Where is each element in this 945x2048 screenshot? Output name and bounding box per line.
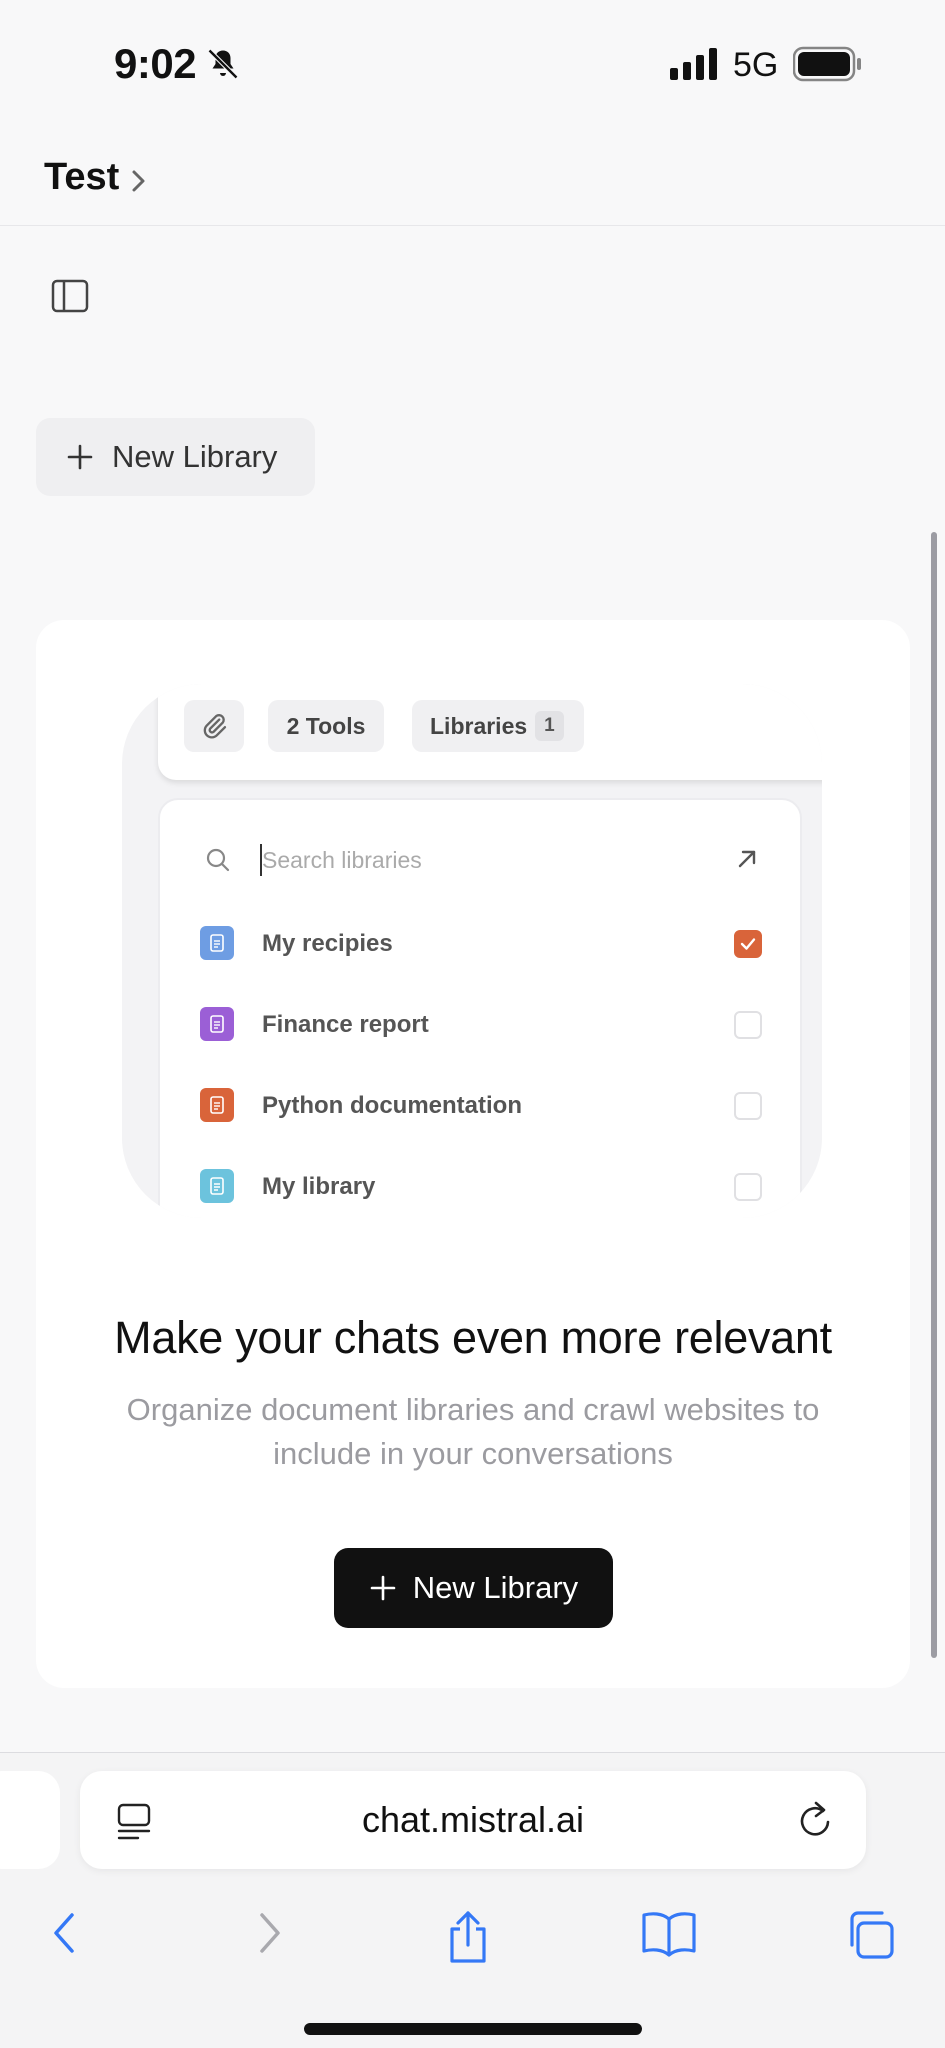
arrow-up-right-icon xyxy=(738,850,756,868)
status-bar: 9:02 5G xyxy=(0,0,945,120)
new-library-primary-label: New Library xyxy=(412,1570,579,1605)
battery-icon xyxy=(793,46,861,82)
sidebar-toggle-icon[interactable] xyxy=(50,278,90,314)
document-icon xyxy=(200,1007,234,1041)
app-header: Test xyxy=(0,120,945,226)
checkbox-unchecked xyxy=(734,1092,762,1120)
empty-state-card: 2 Tools Libraries 1 Search libraries My … xyxy=(36,620,910,1688)
plus-icon xyxy=(370,1575,396,1601)
library-name: Finance report xyxy=(262,1011,429,1038)
empty-state-subtitle: Organize document libraries and crawl we… xyxy=(126,1392,820,1471)
tabs-icon[interactable] xyxy=(844,1909,896,1961)
document-icon xyxy=(200,1169,234,1203)
signal-icon xyxy=(670,48,717,80)
checkbox-unchecked xyxy=(734,1011,762,1039)
libraries-dropdown: My recipies Finance report Python docume… xyxy=(158,798,802,1218)
new-library-button[interactable]: New Library xyxy=(36,418,315,496)
url-text: chat.mistral.ai xyxy=(361,1799,585,1840)
previous-tab[interactable] xyxy=(0,1771,60,1869)
checkbox-checked xyxy=(734,930,762,958)
chevron-right-icon[interactable] xyxy=(128,166,150,196)
bookmarks-icon[interactable] xyxy=(640,1909,698,1957)
document-icon xyxy=(200,1088,234,1122)
forward-icon[interactable] xyxy=(254,1909,286,1957)
empty-state-title: Make your chats even more relevant xyxy=(114,1312,832,1363)
new-library-label: New Library xyxy=(112,439,278,474)
new-library-primary-button[interactable]: New Library xyxy=(334,1548,613,1628)
network-type: 5G xyxy=(733,46,779,84)
library-item: Finance report xyxy=(160,995,804,1055)
library-item: My recipies xyxy=(160,914,804,974)
search-libraries-input xyxy=(262,840,682,880)
page-title[interactable]: Test xyxy=(44,156,119,199)
checkbox-unchecked xyxy=(734,1173,762,1201)
reload-icon[interactable] xyxy=(796,1799,836,1841)
document-icon xyxy=(200,926,234,960)
plus-icon xyxy=(67,444,93,470)
library-name: Python documentation xyxy=(262,1092,522,1119)
home-indicator xyxy=(304,2023,642,2035)
search-row xyxy=(160,836,804,884)
share-icon[interactable] xyxy=(444,1909,492,1965)
tools-chip: 2 Tools xyxy=(268,700,384,752)
libraries-chip: Libraries 1 xyxy=(412,700,584,752)
preview-toolbar: 2 Tools Libraries 1 xyxy=(158,684,822,780)
status-time: 9:02 xyxy=(114,40,197,87)
library-name: My recipies xyxy=(262,930,393,957)
browser-nav xyxy=(0,1893,945,1973)
library-item: My library xyxy=(160,1157,804,1217)
library-item: Python documentation xyxy=(160,1076,804,1136)
library-name: My library xyxy=(262,1173,376,1200)
scrollbar[interactable] xyxy=(931,532,937,1658)
paperclip-icon xyxy=(203,714,227,739)
libraries-chip-label: Libraries xyxy=(430,712,528,739)
back-icon[interactable] xyxy=(48,1909,80,1957)
attach-chip xyxy=(184,700,244,752)
search-icon xyxy=(206,848,230,872)
libraries-count-badge: 1 xyxy=(535,711,564,741)
bell-slash-icon xyxy=(207,48,239,80)
libraries-preview-illustration: 2 Tools Libraries 1 Search libraries My … xyxy=(122,684,822,1218)
browser-toolbar: chat.mistral.ai xyxy=(0,1752,945,2048)
address-bar[interactable]: chat.mistral.ai xyxy=(80,1771,866,1869)
